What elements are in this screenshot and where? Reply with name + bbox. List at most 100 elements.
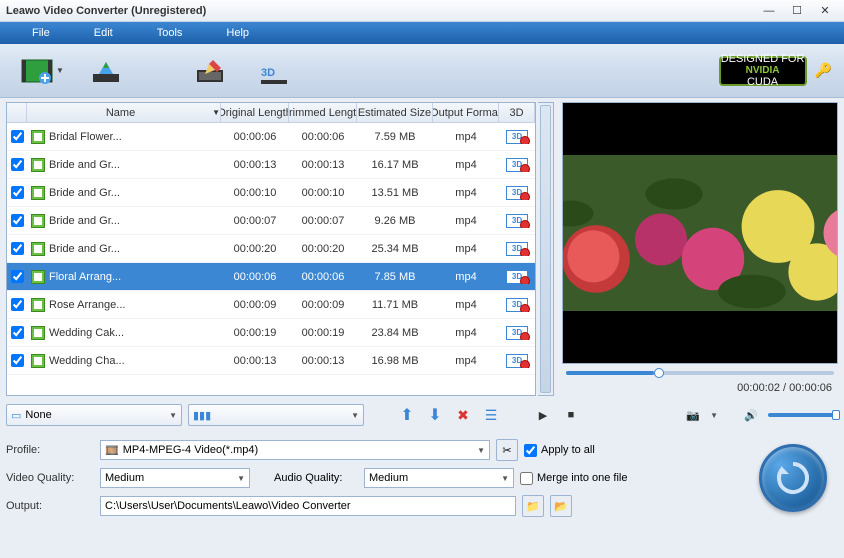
menu-edit[interactable]: Edit (72, 27, 135, 39)
seek-thumb[interactable] (654, 368, 664, 378)
window-titlebar: Leawo Video Converter (Unregistered) — ☐… (0, 0, 844, 22)
profile-combo[interactable]: 🎞️ MP4-MPEG-4 Video(*.mp4) ▼ (100, 440, 490, 460)
table-row[interactable]: Bride and Gr...00:00:0700:00:079.26 MBmp… (7, 207, 535, 235)
row-checkbox[interactable] (11, 214, 24, 227)
table-row[interactable]: Wedding Cha...00:00:1300:00:1316.98 MBmp… (7, 347, 535, 375)
volume-thumb[interactable] (832, 410, 840, 420)
estimated-size: 7.85 MB (357, 271, 433, 283)
video-file-icon (31, 214, 45, 228)
output-value: C:\Users\User\Documents\Leawo\Video Conv… (105, 500, 351, 512)
col-trimmed-length[interactable]: Trimmed Length (289, 103, 357, 122)
video-quality-value: Medium (105, 472, 144, 484)
row-checkbox[interactable] (11, 242, 24, 255)
col-output-format[interactable]: Output Format (433, 103, 499, 122)
row-checkbox[interactable] (11, 186, 24, 199)
3d-badge[interactable]: 3D (506, 158, 528, 172)
chevron-down-icon[interactable]: ▼ (710, 411, 718, 420)
video-file-icon (31, 326, 45, 340)
add-video-button[interactable]: ▼ (12, 51, 72, 91)
volume-slider[interactable] (768, 413, 838, 417)
3d-badge[interactable]: 3D (506, 186, 528, 200)
3d-settings-button[interactable]: 3D (244, 51, 304, 91)
3d-badge[interactable]: 3D (506, 242, 528, 256)
3d-badge[interactable]: 3D (506, 298, 528, 312)
menu-help[interactable]: Help (204, 27, 271, 39)
3d-badge[interactable]: 3D (506, 270, 528, 284)
playback-time: 00:00:02 / 00:00:06 (562, 382, 838, 396)
subtitle-icon: ▭ (11, 409, 21, 422)
output-path-field[interactable]: C:\Users\User\Documents\Leawo\Video Conv… (100, 496, 516, 516)
preview-video[interactable] (562, 102, 838, 364)
load-dvd-button[interactable] (76, 51, 136, 91)
video-edit-button[interactable] (180, 51, 240, 91)
row-checkbox[interactable] (11, 326, 24, 339)
video-file-icon (31, 354, 45, 368)
table-row[interactable]: Bride and Gr...00:00:2000:00:2025.34 MBm… (7, 235, 535, 263)
move-down-button[interactable]: ⬇ (424, 404, 446, 426)
3d-badge[interactable]: 3D (506, 130, 528, 144)
browse-output-button[interactable]: 📁 (522, 495, 544, 517)
row-checkbox[interactable] (11, 130, 24, 143)
minimize-button[interactable]: — (756, 4, 782, 18)
register-key-icon[interactable]: 🔑 (815, 62, 832, 79)
profile-settings-button[interactable]: ✂ (496, 439, 518, 461)
estimated-size: 11.71 MB (357, 299, 433, 311)
chevron-down-icon: ▼ (477, 446, 485, 455)
estimated-size: 25.34 MB (357, 243, 433, 255)
list-vertical-scrollbar[interactable] (538, 102, 554, 396)
table-row[interactable]: Floral Arrang...00:00:0600:00:067.85 MBm… (7, 263, 535, 291)
col-name[interactable]: Name▼ (27, 103, 221, 122)
remove-button[interactable]: ✖ (452, 404, 474, 426)
chevron-down-icon: ▼ (56, 66, 64, 75)
menu-file[interactable]: File (10, 27, 72, 39)
col-original-length[interactable]: Original Length (221, 103, 289, 122)
table-row[interactable]: Bride and Gr...00:00:1300:00:1316.17 MBm… (7, 151, 535, 179)
audio-bars-icon: ▮▮▮ (193, 409, 211, 422)
row-checkbox[interactable] (11, 158, 24, 171)
table-row[interactable]: Wedding Cak...00:00:1900:00:1923.84 MBmp… (7, 319, 535, 347)
col-estimated-size[interactable]: Estimated Size (357, 103, 433, 122)
play-button[interactable]: ▶ (532, 404, 554, 426)
audio-quality-combo[interactable]: Medium ▼ (364, 468, 514, 488)
original-length: 00:00:13 (221, 159, 289, 171)
nvidia-mid: NVIDIA (746, 65, 780, 76)
estimated-size: 16.17 MB (357, 159, 433, 171)
maximize-button[interactable]: ☐ (784, 4, 810, 18)
file-list-panel: Name▼ Original Length Trimmed Length Est… (6, 102, 536, 396)
stop-button[interactable]: ■ (560, 404, 582, 426)
file-name: Bridal Flower... (49, 131, 122, 143)
screenshot-button[interactable]: 📷 (682, 404, 704, 426)
convert-button[interactable] (759, 444, 827, 512)
move-up-button[interactable]: ⬆ (396, 404, 418, 426)
audio-quality-value: Medium (369, 472, 408, 484)
subtitle-combo[interactable]: ▭ None ▼ (6, 404, 182, 426)
seek-bar[interactable] (562, 364, 838, 382)
close-button[interactable]: ✕ (812, 4, 838, 18)
3d-badge[interactable]: 3D (506, 354, 528, 368)
menu-tools[interactable]: Tools (135, 27, 205, 39)
estimated-size: 7.59 MB (357, 131, 433, 143)
table-row[interactable]: Bridal Flower...00:00:0600:00:067.59 MBm… (7, 123, 535, 151)
merge-checkbox[interactable]: Merge into one file (520, 472, 628, 485)
row-checkbox[interactable] (11, 298, 24, 311)
3d-badge[interactable]: 3D (506, 326, 528, 340)
col-checkbox[interactable] (7, 103, 27, 122)
open-output-button[interactable]: 📂 (550, 495, 572, 517)
preview-panel: 00:00:02 / 00:00:06 (562, 102, 838, 396)
volume-button[interactable]: 🔊 (740, 404, 762, 426)
apply-to-all-checkbox[interactable]: Apply to all (524, 444, 595, 457)
estimated-size: 13.51 MB (357, 187, 433, 199)
col-3d[interactable]: 3D (499, 103, 535, 122)
table-row[interactable]: Rose Arrange...00:00:0900:00:0911.71 MBm… (7, 291, 535, 319)
table-row[interactable]: Bride and Gr...00:00:1000:00:1013.51 MBm… (7, 179, 535, 207)
video-quality-combo[interactable]: Medium ▼ (100, 468, 250, 488)
output-format: mp4 (433, 159, 499, 171)
clear-all-button[interactable]: ☰ (480, 404, 502, 426)
3d-badge[interactable]: 3D (506, 214, 528, 228)
audio-track-combo[interactable]: ▮▮▮ ▼ (188, 404, 364, 426)
row-checkbox[interactable] (11, 270, 24, 283)
row-checkbox[interactable] (11, 354, 24, 367)
trimmed-length: 00:00:06 (289, 271, 357, 283)
file-name: Bride and Gr... (49, 187, 120, 199)
output-format: mp4 (433, 215, 499, 227)
